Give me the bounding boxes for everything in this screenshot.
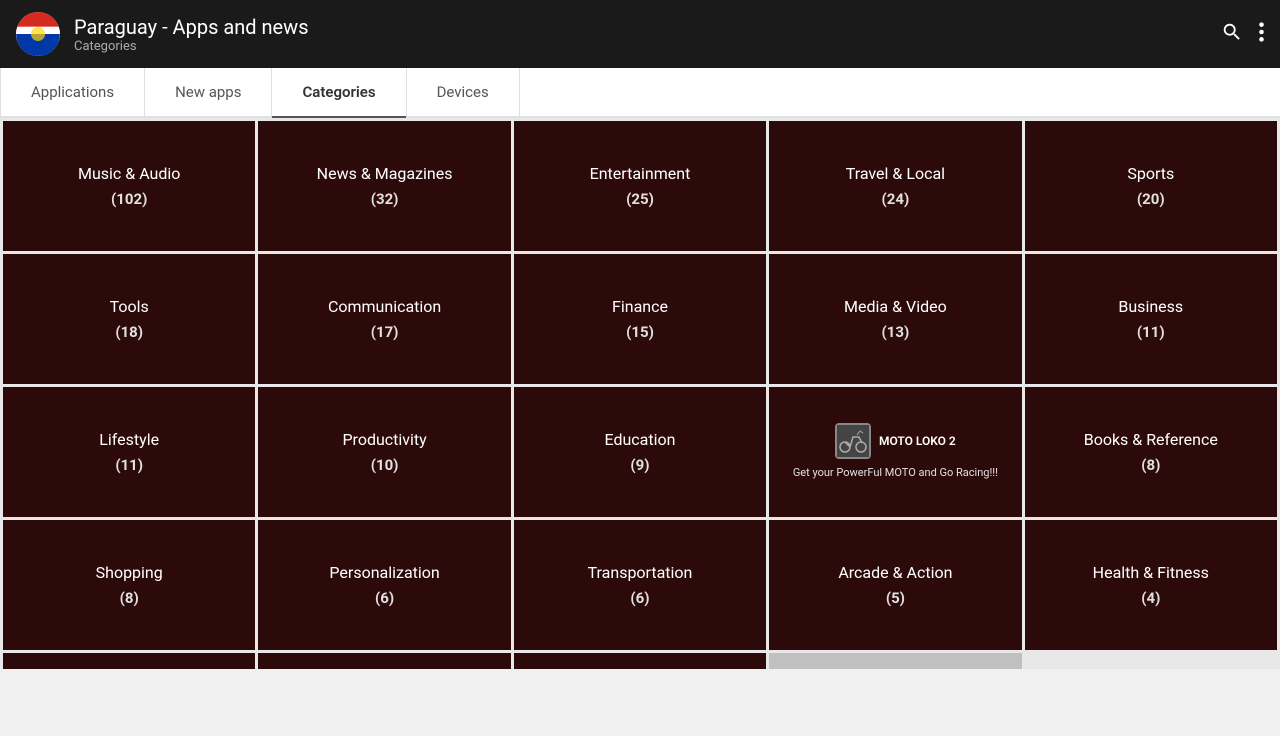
category-card-finance[interactable]: Finance (15) — [514, 254, 766, 384]
tab-categories[interactable]: Categories — [272, 68, 406, 116]
ad-thumbnail — [835, 423, 871, 459]
tab-applications[interactable]: Applications — [0, 68, 145, 116]
category-card-transportation[interactable]: Transportation (6) — [514, 520, 766, 650]
category-card-books-reference[interactable]: Books & Reference (8) — [1025, 387, 1277, 517]
partial-card-3 — [514, 653, 766, 669]
nav-tabs: Applications New apps Categories Devices — [0, 68, 1280, 118]
header-actions — [1221, 21, 1264, 48]
partial-card-4 — [769, 653, 1021, 669]
partial-card-2 — [258, 653, 510, 669]
app-subtitle: Categories — [74, 39, 1221, 54]
category-card-music-audio[interactable]: Music & Audio (102) — [3, 121, 255, 251]
partial-card-1 — [3, 653, 255, 669]
category-card-shopping[interactable]: Shopping (8) — [3, 520, 255, 650]
app-logo — [16, 12, 60, 56]
category-card-education[interactable]: Education (9) — [514, 387, 766, 517]
category-card-news-magazines[interactable]: News & Magazines (32) — [258, 121, 510, 251]
ad-card-moto-loko[interactable]: MOTO LOKO 2 Get your PowerFul MOTO and G… — [769, 387, 1021, 517]
flag-icon — [16, 12, 60, 56]
category-card-personalization[interactable]: Personalization (6) — [258, 520, 510, 650]
category-card-entertainment[interactable]: Entertainment (25) — [514, 121, 766, 251]
search-icon[interactable] — [1221, 21, 1243, 48]
app-title: Paraguay - Apps and news — [74, 15, 1221, 39]
category-card-arcade-action[interactable]: Arcade & Action (5) — [769, 520, 1021, 650]
header-text: Paraguay - Apps and news Categories — [74, 15, 1221, 54]
category-card-health-fitness[interactable]: Health & Fitness (4) — [1025, 520, 1277, 650]
category-card-communication[interactable]: Communication (17) — [258, 254, 510, 384]
category-card-travel-local[interactable]: Travel & Local (24) — [769, 121, 1021, 251]
category-card-tools[interactable]: Tools (18) — [3, 254, 255, 384]
more-icon[interactable] — [1259, 21, 1264, 48]
category-card-business[interactable]: Business (11) — [1025, 254, 1277, 384]
category-card-lifestyle[interactable]: Lifestyle (11) — [3, 387, 255, 517]
app-header: Paraguay - Apps and news Categories — [0, 0, 1280, 68]
category-card-productivity[interactable]: Productivity (10) — [258, 387, 510, 517]
tab-devices[interactable]: Devices — [407, 68, 520, 116]
tab-new-apps[interactable]: New apps — [145, 68, 272, 116]
categories-grid: Music & Audio (102) News & Magazines (32… — [0, 118, 1280, 653]
category-card-media-video[interactable]: Media & Video (13) — [769, 254, 1021, 384]
partial-bottom-row — [0, 653, 1280, 669]
category-card-sports[interactable]: Sports (20) — [1025, 121, 1277, 251]
ad-header: MOTO LOKO 2 — [779, 423, 1011, 459]
